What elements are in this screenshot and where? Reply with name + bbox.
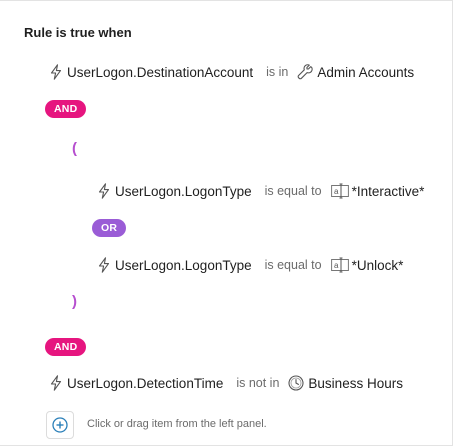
lightning-icon [50,375,62,391]
condition-value[interactable]: Business Hours [308,376,403,391]
lightning-icon [98,183,110,199]
wrench-icon [297,64,314,80]
text-value-icon: a [330,257,349,273]
condition-operator[interactable]: is equal to [265,258,322,272]
condition-value[interactable]: *Interactive* [352,184,425,199]
condition-field[interactable]: UserLogon.LogonType [115,258,252,273]
lightning-icon [50,64,62,80]
condition-field[interactable]: UserLogon.DestinationAccount [67,65,253,80]
condition-value[interactable]: *Unlock* [352,258,404,273]
text-value-icon: a [330,183,349,199]
rule-panel: Rule is true when UserLogon.DestinationA… [0,0,453,446]
condition-row-2[interactable]: UserLogon.LogonType is equal to a *Inter… [98,183,424,199]
condition-value[interactable]: Admin Accounts [317,65,414,80]
clock-icon [288,375,304,391]
plus-circle-icon [52,417,68,433]
condition-row-4[interactable]: UserLogon.DetectionTime is not in Busine… [50,375,403,391]
condition-operator[interactable]: is in [266,65,288,79]
close-parenthesis: ) [72,293,77,310]
lightning-icon [98,257,110,273]
condition-operator[interactable]: is not in [236,376,279,390]
and-operator-badge[interactable]: AND [45,100,87,118]
condition-field[interactable]: UserLogon.DetectionTime [67,376,223,391]
rule-title: Rule is true when [24,25,132,40]
open-parenthesis: ( [72,140,77,157]
or-operator-badge[interactable]: OR [92,219,127,237]
condition-row-3[interactable]: UserLogon.LogonType is equal to a *Unloc… [98,257,403,273]
add-condition-button[interactable] [46,411,74,439]
svg-text:a: a [334,187,339,196]
condition-row-1[interactable]: UserLogon.DestinationAccount is in Admin… [50,64,414,80]
add-item-hint: Click or drag item from the left panel. [87,418,267,430]
condition-operator[interactable]: is equal to [265,184,322,198]
and-operator-badge[interactable]: AND [45,338,87,356]
svg-text:a: a [334,261,339,270]
condition-field[interactable]: UserLogon.LogonType [115,184,252,199]
